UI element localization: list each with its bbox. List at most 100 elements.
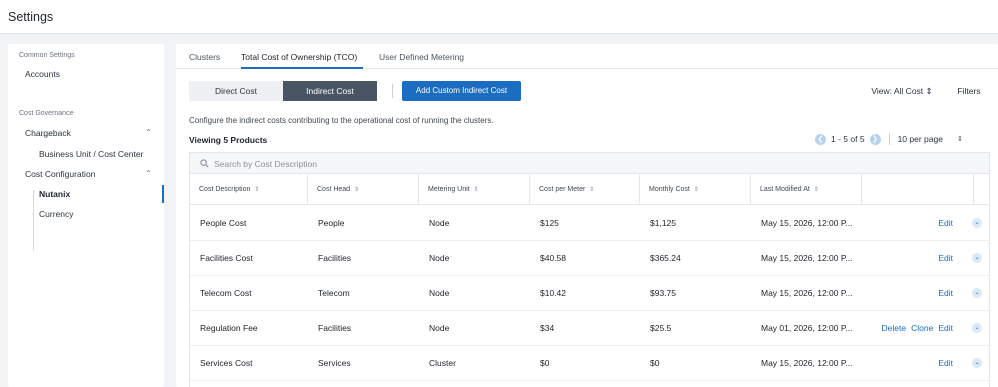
sidebar-item-chargeback[interactable]: Chargeback ⌃ [8, 124, 164, 142]
row-actions: Edit [933, 276, 953, 311]
sidebar-item-label: Cost Configuration [25, 169, 96, 179]
cell-description: Regulation Fee [200, 323, 258, 333]
cell-description: Services Cost [200, 358, 253, 368]
chevron-left-icon[interactable]: ❮ [815, 133, 826, 145]
column-header-monthly-cost[interactable]: Monthly Cost ⇕ [640, 174, 751, 205]
column-header-label: Last Modified At [760, 186, 810, 193]
cell-modified: May 01, 2026, 12:00 P... [761, 323, 853, 333]
chevron-up-icon: ⌃ [145, 169, 152, 178]
description-text: Configure the indirect costs contributin… [189, 116, 494, 125]
search-icon [200, 159, 209, 168]
search-bar[interactable]: Search by Cost Description [190, 153, 989, 174]
cell-modified: May 15, 2026, 12:00 P... [761, 358, 853, 368]
delete-link[interactable]: Delete [882, 323, 907, 333]
cell-unit: Node [429, 288, 450, 298]
column-header-cost-head[interactable]: Cost Head ⇕ [308, 174, 419, 205]
sort-icon: ⇕ [254, 187, 260, 193]
cell-description: Facilities Cost [200, 253, 253, 263]
chevron-down-icon[interactable]: ⌄ [972, 323, 982, 333]
table-row: Regulation Fee Facilities Node $34 $25.5 May … [190, 311, 989, 346]
table-row: Facilities Cost Facilities Node $40.58 $365.… [190, 241, 989, 276]
chevron-right-icon[interactable]: ❯ [869, 133, 881, 145]
active-tab-indicator [241, 67, 363, 69]
section-label-common-settings: Common Settings [19, 52, 75, 59]
edit-link[interactable]: Edit [938, 253, 953, 263]
sidebar-item-label: Currency [39, 209, 74, 219]
column-header-label: Cost per Meter [539, 186, 586, 193]
sidebar-item-nutanix[interactable]: Nutanix [8, 185, 164, 203]
cell-per-meter: $10.42 [540, 288, 566, 298]
chevron-up-icon: ⌃ [145, 128, 152, 137]
clone-link[interactable]: Clone [911, 323, 933, 333]
edit-link[interactable]: Edit [938, 323, 953, 333]
column-header-actions [862, 174, 974, 205]
cell-per-meter: $34 [540, 323, 555, 333]
tab-user-defined-metering[interactable]: User Defined Metering [379, 52, 464, 62]
sidebar-item-label: Nutanix [39, 189, 71, 199]
column-header-label: Monthly Cost [649, 186, 690, 193]
sidebar-item-currency[interactable]: Currency [8, 205, 164, 223]
sort-icon: ⇕ [813, 187, 819, 193]
chevron-down-icon[interactable]: ⌄ [972, 253, 982, 263]
edit-link[interactable]: Edit [938, 218, 953, 228]
cell-monthly: $1,125 [650, 218, 676, 228]
cell-modified: May 15, 2026, 12:00 P... [761, 288, 853, 298]
filters-button[interactable]: Filters [948, 82, 990, 101]
sidebar-item-label: Chargeback [25, 128, 71, 138]
sort-icon: ⇕ [473, 187, 479, 193]
row-actions: Edit [933, 206, 953, 241]
column-header-label: Metering Unit [428, 186, 470, 193]
page-title: Settings [8, 10, 54, 24]
page-range: 1 - 5 of 5 [831, 134, 865, 144]
search-input[interactable]: Search by Cost Description [214, 159, 317, 169]
sidebar-item-business-unit[interactable]: Business Unit / Cost Center [8, 145, 164, 163]
cell-head: Services [318, 358, 351, 368]
add-custom-indirect-cost-button[interactable]: Add Custom Indirect Cost [402, 81, 521, 101]
sidebar-item-accounts[interactable]: Accounts [8, 65, 164, 83]
direct-cost-button[interactable]: Direct Cost [189, 81, 283, 101]
sidebar-item-cost-configuration[interactable]: Cost Configuration ⌃ [8, 165, 164, 183]
column-header-last-modified[interactable]: Last Modified At ⇕ [751, 174, 862, 205]
column-header-cost-per-meter[interactable]: Cost per Meter ⇕ [530, 174, 640, 205]
cell-description: People Cost [200, 218, 247, 228]
divider [888, 133, 890, 145]
tab-clusters[interactable]: Clusters [189, 52, 220, 62]
cell-unit: Cluster [429, 358, 456, 368]
chevron-down-icon[interactable]: ⌄ [972, 358, 982, 368]
column-header-metering-unit[interactable]: Metering Unit ⇕ [419, 174, 530, 205]
cell-per-meter: $0 [540, 358, 550, 368]
view-filter-dropdown[interactable]: View: All Cost ⇕ [861, 82, 943, 101]
chevron-down-icon[interactable]: ⌄ [972, 218, 982, 228]
sidebar-item-label: Business Unit / Cost Center [39, 149, 144, 159]
divider [392, 84, 393, 98]
table-header: Cost Description ⇕ Cost Head ⇕ Metering Un… [190, 174, 989, 205]
cell-head: Facilities [318, 323, 352, 333]
pagination: ❮ 1 - 5 of 5 ❯ 10 per page ⇕ [815, 133, 963, 145]
top-bar: Settings [0, 0, 998, 34]
edit-link[interactable]: Edit [938, 288, 953, 298]
edit-link[interactable]: Edit [938, 358, 953, 368]
row-actions: Edit [933, 346, 953, 381]
chevron-down-icon[interactable]: ⌄ [972, 288, 982, 298]
cell-monthly: $365.24 [650, 253, 681, 263]
cell-monthly: $93.75 [650, 288, 676, 298]
column-header-cost-description[interactable]: Cost Description ⇕ [190, 174, 308, 205]
cell-modified: May 15, 2026, 12:00 P... [761, 218, 853, 228]
row-actions: Edit [933, 241, 953, 276]
sort-icon: ⇕ [693, 187, 699, 193]
cell-head: People [318, 218, 345, 228]
tab-tco[interactable]: Total Cost of Ownership (TCO) [241, 52, 357, 62]
cost-table: Search by Cost Description Cost Descript… [189, 152, 990, 387]
column-header-label: Cost Head [317, 186, 351, 193]
cell-per-meter: $40.58 [540, 253, 566, 263]
cell-monthly: $25.5 [650, 323, 672, 333]
column-header-label: Cost Description [199, 186, 251, 193]
viewing-count: Viewing 5 Products [189, 135, 268, 145]
sort-icon[interactable]: ⇕ [957, 135, 963, 143]
table-row: Telecom Cost Telecom Node $10.42 $93.75 May 1… [190, 276, 989, 311]
cell-per-meter: $125 [540, 218, 559, 228]
per-page-select[interactable]: 10 per page [898, 134, 943, 144]
table-row: People Cost People Node $125 $1,125 May 15, 2… [190, 206, 989, 241]
cell-monthly: $0 [650, 358, 660, 368]
indirect-cost-button[interactable]: Indirect Cost [283, 81, 377, 101]
